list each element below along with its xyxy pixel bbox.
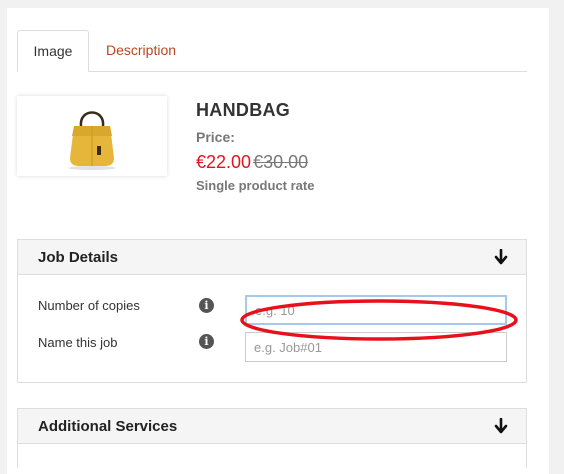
job-name-label: Name this job xyxy=(38,335,118,350)
tab-bar: Image Description xyxy=(17,30,527,72)
product-name: HANDBAG xyxy=(196,100,291,120)
rate-note: Single product rate xyxy=(196,178,315,193)
annotation-ellipse xyxy=(240,299,518,341)
additional-services-panel: Additional Services xyxy=(17,408,527,468)
old-price: €30.00 xyxy=(253,152,309,172)
info-icon[interactable]: i xyxy=(199,334,214,349)
tab-image[interactable]: Image xyxy=(17,30,89,72)
additional-services-title: Additional Services xyxy=(38,418,178,435)
job-details-header[interactable]: Job Details xyxy=(18,240,526,275)
tab-description[interactable]: Description xyxy=(95,30,187,72)
job-details-title: Job Details xyxy=(38,249,119,266)
info-icon[interactable]: i xyxy=(199,298,214,313)
product-image xyxy=(17,96,167,176)
additional-services-header[interactable]: Additional Services xyxy=(18,409,526,444)
current-price: €22.00 xyxy=(196,152,252,172)
copies-label: Number of copies xyxy=(38,298,140,313)
arrow-down-icon[interactable] xyxy=(494,418,508,434)
arrow-down-icon[interactable] xyxy=(494,249,508,265)
price-label: Price: xyxy=(196,129,235,145)
price-row: €22.00 €30.00 xyxy=(196,152,308,173)
